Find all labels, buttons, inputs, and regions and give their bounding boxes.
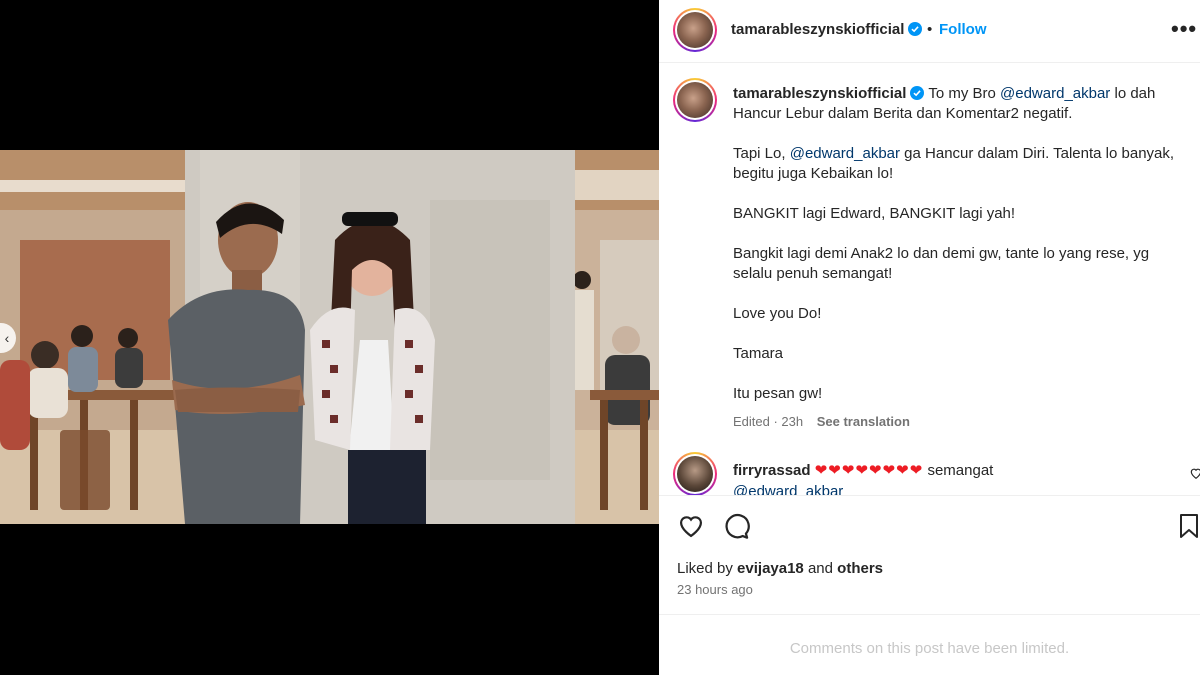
- caption-text: Tapi Lo,: [733, 145, 790, 162]
- caption-text: Itu pesan gw!: [733, 385, 823, 402]
- avatar[interactable]: [673, 8, 717, 52]
- comment-text: semangat: [923, 462, 994, 479]
- post-caption: tamarableszynskiofficial To my Bro @edwa…: [733, 84, 1188, 404]
- verified-badge-icon: [908, 22, 923, 36]
- more-options-icon[interactable]: •••: [1171, 16, 1197, 42]
- caption-avatar[interactable]: [673, 78, 717, 122]
- action-bar: Liked by evijaya18 and others 23 hours a…: [659, 495, 1200, 615]
- verified-badge-icon: [910, 86, 925, 100]
- comment: firryrassad ❤❤❤❤❤❤❤❤ semangat @edward_ak…: [733, 460, 1173, 495]
- mention-link[interactable]: @edward_akbar: [790, 145, 900, 162]
- comments-area[interactable]: tamarableszynskiofficial To my Bro @edwa…: [659, 64, 1200, 495]
- post-timestamp[interactable]: 23 hours ago: [677, 582, 753, 597]
- caption-meta: Edited · 23h See translation: [733, 414, 910, 429]
- post-photo[interactable]: [0, 150, 659, 524]
- see-translation-button[interactable]: See translation: [817, 414, 910, 429]
- comment-avatar[interactable]: [673, 452, 717, 495]
- bookmark-icon[interactable]: [1177, 512, 1200, 540]
- photo-illustration: [0, 150, 659, 524]
- media-panel: ‹: [0, 0, 659, 675]
- liked-by: Liked by evijaya18 and others: [677, 560, 883, 577]
- like-heart-icon[interactable]: [677, 512, 705, 540]
- caption-text: BANGKIT lagi Edward, BANGKIT lagi yah!: [733, 205, 1016, 222]
- edited-timestamp: Edited · 23h: [733, 414, 804, 429]
- comments-limited-notice: Comments on this post have been limited.: [789, 640, 1070, 657]
- caption-text: To my Bro: [928, 85, 1001, 102]
- liked-by-prefix: Liked by: [677, 560, 738, 577]
- caption-text: Tamara: [733, 345, 784, 362]
- separator-dot: •: [927, 21, 933, 38]
- comment-like-heart-icon[interactable]: [1189, 466, 1200, 480]
- comment-bubble-icon[interactable]: [722, 512, 750, 540]
- caption-text: Bangkit lagi demi Anak2 lo dan demi gw, …: [733, 245, 1150, 282]
- caption-username[interactable]: tamarableszynskiofficial: [733, 85, 906, 102]
- liked-by-others-link[interactable]: others: [837, 560, 883, 577]
- post-sidebar: tamarableszynskiofficial • Follow ••• ta…: [659, 0, 1200, 675]
- liked-by-user-link[interactable]: evijaya18: [737, 560, 804, 577]
- instagram-post-modal: ‹ tamarableszynskiofficial • Follow ••• …: [0, 0, 1200, 675]
- caption-text: Love you Do!: [733, 305, 822, 322]
- header-username[interactable]: tamarableszynskiofficial: [731, 21, 923, 38]
- follow-button[interactable]: Follow: [939, 21, 987, 38]
- post-header: tamarableszynskiofficial • Follow •••: [659, 0, 1200, 63]
- liked-by-mid: and: [803, 560, 838, 577]
- mention-link[interactable]: @edward_akbar: [733, 483, 843, 495]
- mention-link[interactable]: @edward_akbar: [1000, 85, 1110, 102]
- heart-emojis: ❤❤❤❤❤❤❤❤: [814, 462, 924, 479]
- comment-username[interactable]: firryrassad: [733, 462, 811, 479]
